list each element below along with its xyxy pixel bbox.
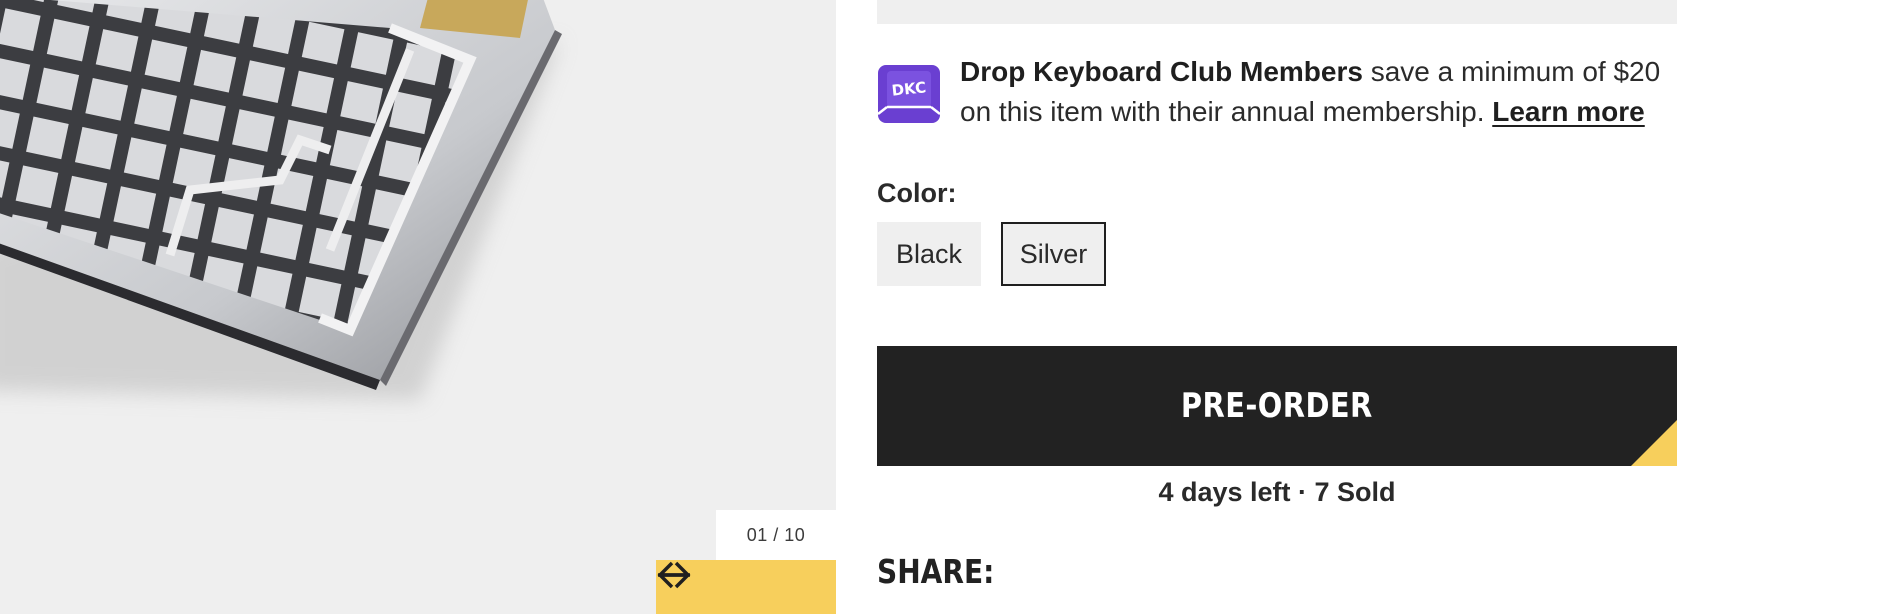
- preorder-label: PRE-ORDER: [1181, 386, 1373, 426]
- share-label: SHARE:: [877, 552, 995, 591]
- dkc-logo-text: DKC: [891, 78, 927, 99]
- image-counter: 01 / 10: [716, 510, 836, 560]
- color-label: Color:: [877, 178, 957, 208]
- preorder-button[interactable]: PRE-ORDER: [877, 346, 1677, 466]
- membership-title: Drop Keyboard Club Members: [960, 56, 1363, 87]
- learn-more-link[interactable]: Learn more: [1492, 96, 1645, 127]
- color-option-silver[interactable]: Silver: [1001, 222, 1106, 286]
- product-image: [0, 0, 562, 400]
- next-image-button[interactable]: [658, 560, 836, 614]
- info-panel-top: [877, 0, 1677, 24]
- preorder-status: 4 days left · 7 Sold: [1158, 477, 1396, 507]
- color-option-black[interactable]: Black: [877, 222, 981, 286]
- membership-promo: Drop Keyboard Club Members save a minimu…: [960, 52, 1680, 132]
- dkc-logo-icon: DKC: [877, 65, 941, 123]
- corner-accent: [1631, 420, 1677, 466]
- gallery-nav: [656, 560, 836, 614]
- product-gallery: 01 / 10: [0, 0, 836, 614]
- arrow-right-icon: [658, 561, 691, 589]
